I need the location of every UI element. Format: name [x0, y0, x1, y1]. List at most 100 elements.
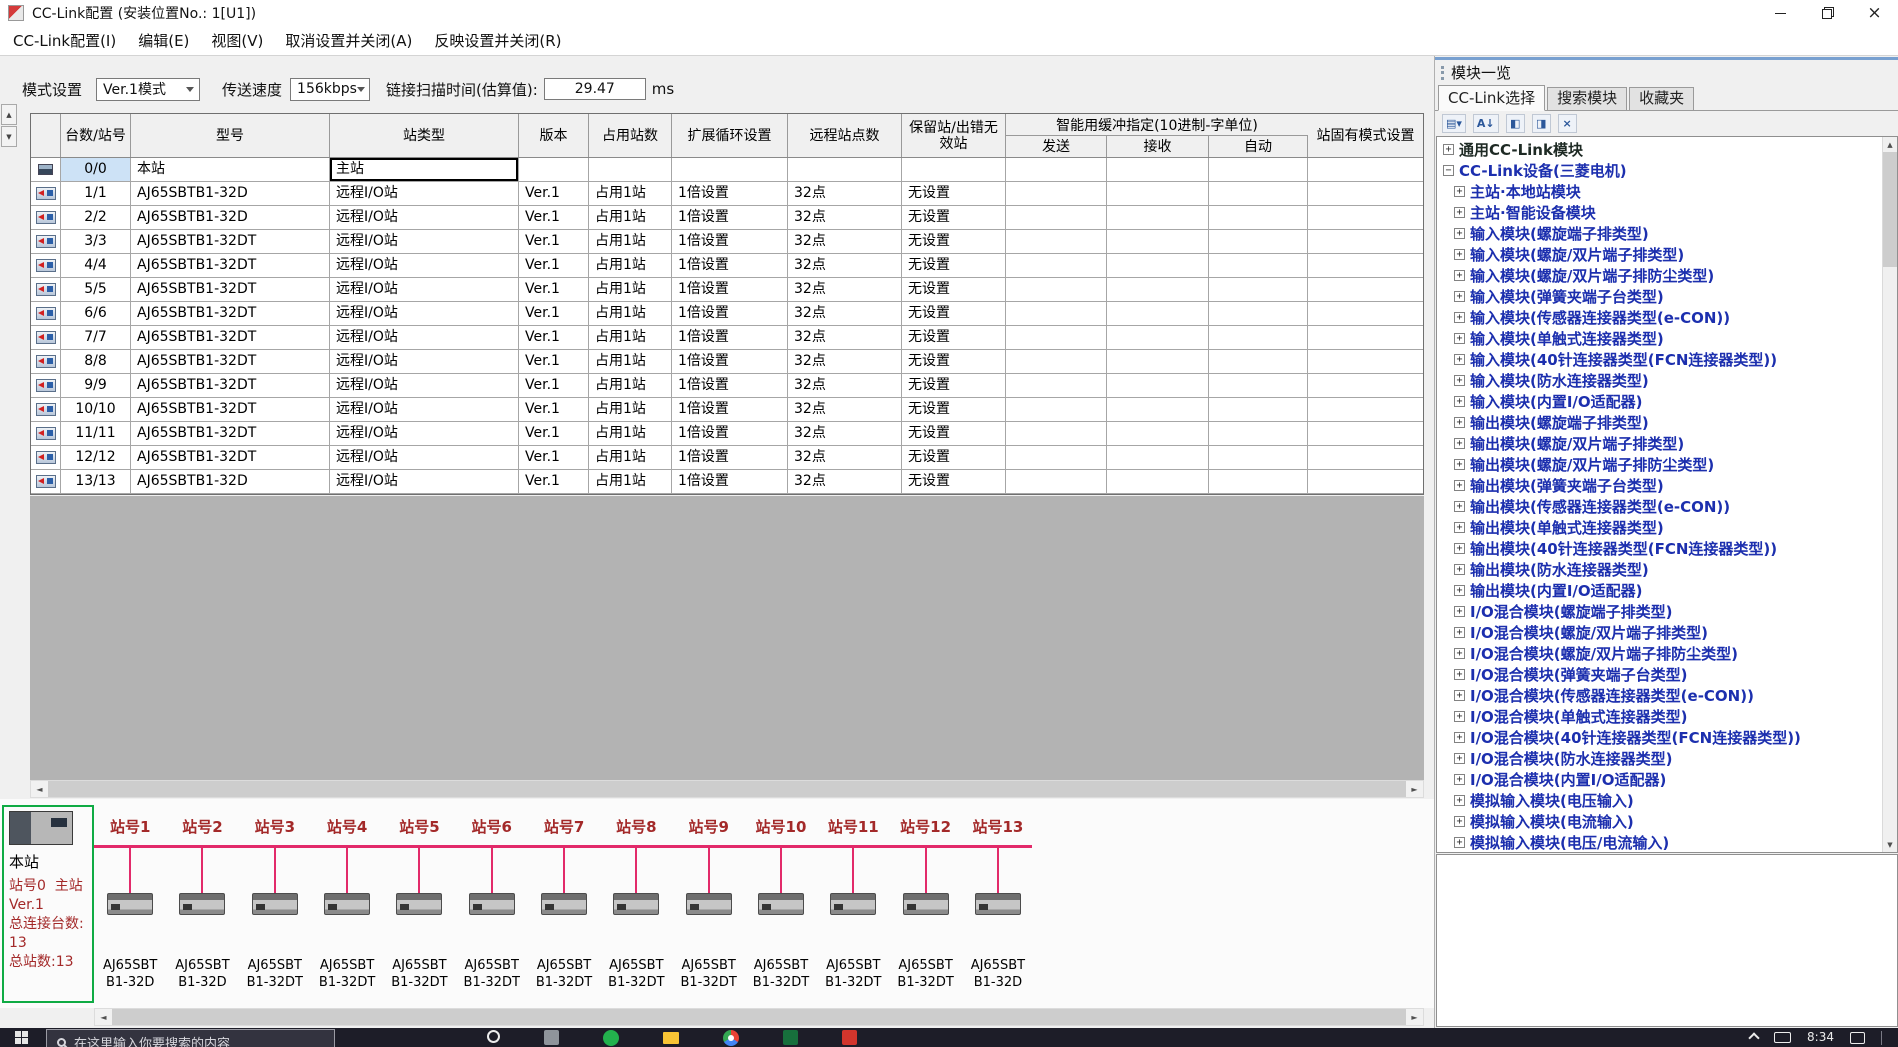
notification-center-icon[interactable]: [1850, 1032, 1865, 1044]
cell-buffer-recv[interactable]: [1107, 158, 1209, 182]
cell-station-type[interactable]: 远程I/O站: [330, 326, 519, 350]
diagram-horizontal-scrollbar[interactable]: [94, 1008, 1424, 1026]
cell-model[interactable]: AJ65SBTB1-32DT: [131, 254, 330, 278]
station-node[interactable]: 站号2 AJ65SBT B1-32D: [166, 799, 238, 1008]
tree-item[interactable]: + 输出模块(40针连接器类型(FCN连接器类型)): [1437, 538, 1882, 559]
cell-ext-cyclic[interactable]: 1倍设置: [672, 398, 788, 422]
expand-icon[interactable]: +: [1454, 648, 1465, 659]
cell-reserved[interactable]: 无设置: [902, 206, 1006, 230]
cell-model[interactable]: AJ65SBTB1-32DT: [131, 326, 330, 350]
cell-buffer-auto[interactable]: [1209, 278, 1308, 302]
expand-icon[interactable]: +: [1454, 186, 1465, 197]
cell-remote-points[interactable]: 32点: [788, 374, 902, 398]
expand-icon[interactable]: +: [1454, 669, 1465, 680]
cell-occupied[interactable]: 占用1站: [589, 374, 672, 398]
cell-buffer-send[interactable]: [1006, 302, 1107, 326]
tree-item[interactable]: + 输入模块(防水连接器类型): [1437, 370, 1882, 391]
tree-item[interactable]: + 输入模块(单触式连接器类型): [1437, 328, 1882, 349]
expand-icon[interactable]: +: [1454, 459, 1465, 470]
cell-buffer-send[interactable]: [1006, 158, 1107, 182]
station-node[interactable]: 站号9 AJ65SBT B1-32DT: [673, 799, 745, 1008]
cell-occupied[interactable]: 占用1站: [589, 206, 672, 230]
station-node[interactable]: 站号10 AJ65SBT B1-32DT: [745, 799, 817, 1008]
cell-station-no[interactable]: 10/10: [61, 398, 131, 422]
cell-station-icon[interactable]: [31, 398, 61, 422]
cell-buffer-recv[interactable]: [1107, 374, 1209, 398]
expand-icon[interactable]: +: [1454, 480, 1465, 491]
cell-station-no[interactable]: 0/0: [61, 158, 131, 182]
tree-item[interactable]: + 输入模块(内置I/O适配器): [1437, 391, 1882, 412]
tree-item[interactable]: + I/O混合模块(螺旋/双片端子排类型): [1437, 622, 1882, 643]
expand-icon[interactable]: +: [1454, 501, 1465, 512]
cell-remote-points[interactable]: 32点: [788, 326, 902, 350]
show-desktop-button[interactable]: [1881, 1031, 1882, 1045]
cell-buffer-send[interactable]: [1006, 278, 1107, 302]
cell-buffer-auto[interactable]: [1209, 446, 1308, 470]
expand-icon[interactable]: +: [1454, 249, 1465, 260]
expand-icon[interactable]: +: [1454, 753, 1465, 764]
cell-model[interactable]: 本站: [131, 158, 330, 182]
cell-station-mode[interactable]: [1308, 446, 1423, 470]
cell-station-no[interactable]: 5/5: [61, 278, 131, 302]
cell-remote-points[interactable]: 32点: [788, 422, 902, 446]
cell-reserved[interactable]: 无设置: [902, 254, 1006, 278]
cell-buffer-send[interactable]: [1006, 398, 1107, 422]
cell-station-icon[interactable]: [31, 254, 61, 278]
scroll-right-icon[interactable]: [1406, 1009, 1423, 1025]
cell-buffer-auto[interactable]: [1209, 470, 1308, 494]
cell-station-mode[interactable]: [1308, 182, 1423, 206]
cell-buffer-auto[interactable]: [1209, 398, 1308, 422]
cell-station-mode[interactable]: [1308, 422, 1423, 446]
cell-buffer-recv[interactable]: [1107, 254, 1209, 278]
expand-icon[interactable]: +: [1454, 270, 1465, 281]
cell-station-mode[interactable]: [1308, 326, 1423, 350]
tree-item[interactable]: + 主站·智能设备模块: [1437, 202, 1882, 223]
cell-station-mode[interactable]: [1308, 302, 1423, 326]
cell-reserved[interactable]: 无设置: [902, 398, 1006, 422]
cell-model[interactable]: AJ65SBTB1-32DT: [131, 350, 330, 374]
tree-item[interactable]: + 输出模块(弹簧夹端子台类型): [1437, 475, 1882, 496]
expand-icon[interactable]: +: [1454, 690, 1465, 701]
split-right-icon[interactable]: ◨: [1532, 114, 1551, 133]
cell-version[interactable]: Ver.1: [519, 470, 589, 494]
touch-keyboard-icon[interactable]: [1774, 1032, 1791, 1043]
start-button[interactable]: [0, 1028, 42, 1047]
cell-buffer-auto[interactable]: [1209, 326, 1308, 350]
cell-model[interactable]: AJ65SBTB1-32DT: [131, 302, 330, 326]
expand-icon[interactable]: +: [1454, 837, 1465, 848]
cell-occupied[interactable]: 占用1站: [589, 422, 672, 446]
expand-icon[interactable]: +: [1454, 375, 1465, 386]
cell-buffer-auto[interactable]: [1209, 254, 1308, 278]
cell-reserved[interactable]: 无设置: [902, 182, 1006, 206]
cell-buffer-auto[interactable]: [1209, 350, 1308, 374]
cell-version[interactable]: Ver.1: [519, 350, 589, 374]
cell-station-icon[interactable]: [31, 350, 61, 374]
cell-buffer-recv[interactable]: [1107, 182, 1209, 206]
cell-model[interactable]: AJ65SBTB1-32DT: [131, 422, 330, 446]
cell-version[interactable]: Ver.1: [519, 326, 589, 350]
cell-model[interactable]: AJ65SBTB1-32DT: [131, 278, 330, 302]
expand-icon[interactable]: +: [1454, 522, 1465, 533]
cell-remote-points[interactable]: 32点: [788, 206, 902, 230]
cell-buffer-send[interactable]: [1006, 254, 1107, 278]
cell-remote-points[interactable]: [788, 158, 902, 182]
cell-occupied[interactable]: 占用1站: [589, 278, 672, 302]
tree-item[interactable]: + 输出模块(螺旋端子排类型): [1437, 412, 1882, 433]
cell-station-mode[interactable]: [1308, 158, 1423, 182]
cell-remote-points[interactable]: 32点: [788, 254, 902, 278]
cell-buffer-recv[interactable]: [1107, 470, 1209, 494]
cell-version[interactable]: Ver.1: [519, 206, 589, 230]
cell-station-type[interactable]: 远程I/O站: [330, 230, 519, 254]
expand-icon[interactable]: +: [1454, 228, 1465, 239]
browser-icon[interactable]: [723, 1030, 739, 1046]
tree-item[interactable]: + 输入模块(传感器连接器类型(e-CON)): [1437, 307, 1882, 328]
cell-buffer-send[interactable]: [1006, 374, 1107, 398]
expand-icon[interactable]: +: [1454, 627, 1465, 638]
cell-station-type[interactable]: 远程I/O站: [330, 254, 519, 278]
cell-buffer-auto[interactable]: [1209, 158, 1308, 182]
scroll-left-icon[interactable]: [31, 781, 48, 797]
cell-station-mode[interactable]: [1308, 398, 1423, 422]
cell-model[interactable]: AJ65SBTB1-32DT: [131, 374, 330, 398]
cell-station-type[interactable]: 远程I/O站: [330, 278, 519, 302]
expand-icon[interactable]: +: [1454, 207, 1465, 218]
